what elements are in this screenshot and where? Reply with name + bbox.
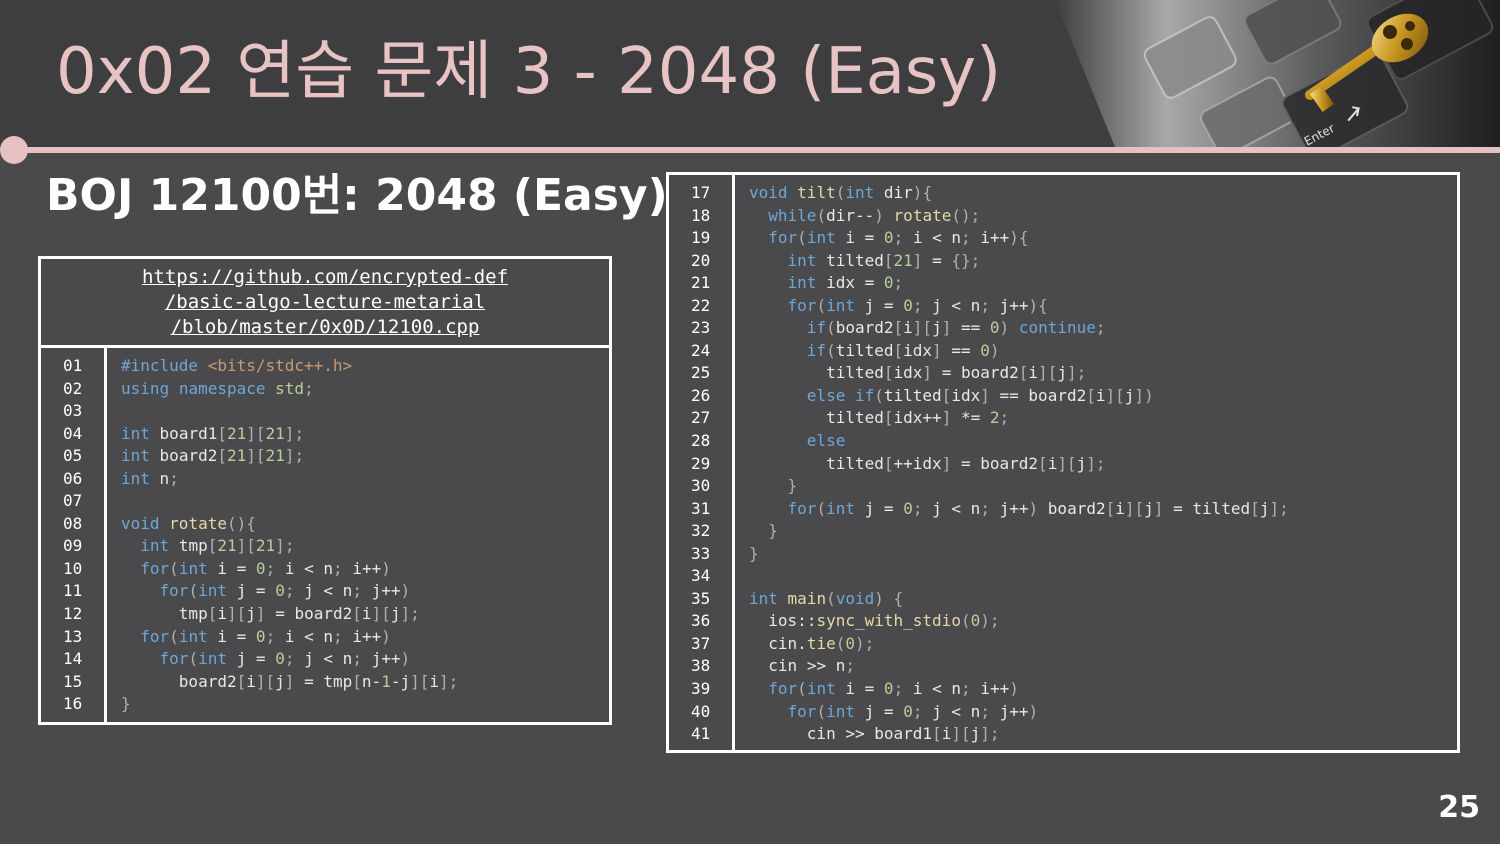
code-line: for(int j = 0; j < n; j++) board2[i][j] … xyxy=(787,498,1289,518)
code-line: ​ xyxy=(749,565,1289,588)
source-link-line-1[interactable]: https://github.com/encrypted-def xyxy=(142,265,508,290)
line-number: 18 xyxy=(691,205,711,225)
line-number: 34 xyxy=(691,566,711,586)
source-link-line-3[interactable]: /blob/master/0x0D/12100.cpp xyxy=(171,315,480,340)
line-number: 39 xyxy=(691,679,711,699)
line-number: 06 xyxy=(63,468,83,488)
code-line: if(board2[i][j] == 0) continue; xyxy=(806,318,1106,338)
code-line: int board1[21][21]; xyxy=(121,423,305,443)
code-block-left: 01 02 03 04 05 06 07 08 09 10 11 12 13 14 15 16 #includ… xyxy=(38,345,612,725)
line-number: 27 xyxy=(691,408,711,428)
code-line: int idx = 0; xyxy=(787,273,904,293)
code-line: int n; xyxy=(121,468,179,488)
source-link-line-2[interactable]: /basic-algo-lecture-metarial xyxy=(165,290,485,315)
line-number: 13 xyxy=(63,626,83,646)
section-title: BOJ 12100번: 2048 (Easy) xyxy=(46,170,668,221)
source-link-box: https://github.com/encrypted-def /basic-… xyxy=(38,256,612,345)
line-number: 14 xyxy=(63,649,83,669)
code-line: ​ xyxy=(121,490,458,513)
line-number: 30 xyxy=(691,476,711,496)
line-number: 22 xyxy=(691,295,711,315)
code-line: for(int j = 0; j < n; j++) xyxy=(159,649,411,669)
line-number: 24 xyxy=(691,340,711,360)
line-number: 16 xyxy=(63,694,83,714)
code-line: int board2[21][21]; xyxy=(121,446,305,466)
line-number-gutter: 17 18 19 20 21 22 23 24 25 26 27 28 29 30 31 32 33 34 35 36… xyxy=(669,175,735,750)
line-number: 40 xyxy=(691,701,711,721)
line-number: 28 xyxy=(691,431,711,451)
code-line: for(int j = 0; j < n; j++) xyxy=(159,581,411,601)
line-number: 38 xyxy=(691,656,711,676)
code-line: int tilted[21] = {}; xyxy=(787,250,981,270)
line-number: 23 xyxy=(691,318,711,338)
line-number: 36 xyxy=(691,611,711,631)
line-number: 01 xyxy=(63,356,83,375)
code-line: while(dir--) rotate(); xyxy=(768,205,981,225)
line-number: 35 xyxy=(691,588,711,608)
code-line: cin.tie(0); xyxy=(768,633,875,653)
code-line: } xyxy=(749,543,759,563)
line-number: 09 xyxy=(63,536,83,556)
line-number: 11 xyxy=(63,581,83,601)
line-number: 29 xyxy=(691,453,711,473)
accent-line xyxy=(14,147,1500,153)
code-line: for(int i = 0; i < n; i++) xyxy=(140,558,391,578)
code-line: } xyxy=(787,476,798,496)
code-line: for(int j = 0; j < n; j++) xyxy=(787,701,1039,721)
code-line: } xyxy=(768,521,778,541)
line-number: 17 xyxy=(691,183,711,202)
line-number: 08 xyxy=(63,513,83,533)
code-line: else xyxy=(806,431,846,451)
line-number: 32 xyxy=(691,521,711,541)
code-line: cin >> board1[i][j]; xyxy=(806,724,1000,744)
code-line: tilted[++idx] = board2[i][j]; xyxy=(826,453,1106,473)
line-number: 07 xyxy=(63,491,83,511)
code-line: for(int j = 0; j < n; j++){ xyxy=(787,295,1048,315)
code-line: ​ xyxy=(121,400,458,423)
line-number: 41 xyxy=(691,724,711,744)
code-line: #include <bits/stdc++.h> xyxy=(121,356,353,375)
slide-title: 0x02 연습 문제 3 - 2048 (Easy) xyxy=(56,35,1002,109)
line-number: 19 xyxy=(691,228,711,248)
line-number: 37 xyxy=(691,633,711,653)
line-number: 21 xyxy=(691,273,711,293)
line-number: 03 xyxy=(63,401,83,421)
line-number-gutter: 01 02 03 04 05 06 07 08 09 10 11 12 13 14 15 16 xyxy=(41,348,107,722)
code-line: int main(void) { xyxy=(749,588,904,608)
code-line: for(int i = 0; i < n; i++) xyxy=(768,679,1019,699)
line-number: 10 xyxy=(63,558,83,578)
code-line: tilted[idx] = board2[i][j]; xyxy=(826,363,1087,383)
line-number: 02 xyxy=(63,378,83,398)
code-line: cin >> n; xyxy=(768,656,856,676)
line-number: 31 xyxy=(691,498,711,518)
code-line: void tilt(int dir){ xyxy=(749,183,933,202)
code-line: if(tilted[idx] == 0) xyxy=(806,340,1000,360)
code-line: board2[i][j] = tmp[n-1-j][i]; xyxy=(178,671,459,691)
code-line: void rotate(){ xyxy=(121,513,256,533)
code-listing: #include <bits/stdc++.h> using namespace … xyxy=(107,348,458,722)
code-listing: void tilt(int dir){ while(dir--) rotate(… xyxy=(735,175,1289,750)
code-line: ios::sync_with_stdio(0); xyxy=(768,611,1000,631)
code-line: } xyxy=(121,694,131,714)
line-number: 20 xyxy=(691,250,711,270)
accent-dot xyxy=(0,136,28,164)
code-line: int tmp[21][21]; xyxy=(140,536,295,556)
line-number: 12 xyxy=(63,604,83,624)
code-line: for(int i = 0; i < n; i++) xyxy=(140,626,391,646)
line-number: 26 xyxy=(691,385,711,405)
line-number: 05 xyxy=(63,446,83,466)
line-number: 33 xyxy=(691,543,711,563)
code-line: for(int i = 0; i < n; i++){ xyxy=(768,228,1029,248)
page-number: 25 xyxy=(1438,790,1480,825)
code-line: else if(tilted[idx] == board2[i][j]) xyxy=(806,385,1154,405)
line-number: 15 xyxy=(63,671,83,691)
code-line: tilted[idx++] *= 2; xyxy=(826,408,1010,428)
line-number: 25 xyxy=(691,363,711,383)
code-block-right: 17 18 19 20 21 22 23 24 25 26 27 28 29 30 31 32 33 34 35 36… xyxy=(666,172,1460,753)
keyboard-key-image: Enter xyxy=(1055,0,1500,147)
code-line: using namespace std; xyxy=(121,378,314,398)
line-number: 04 xyxy=(63,423,83,443)
code-line: tmp[i][j] = board2[i][j]; xyxy=(178,604,420,624)
